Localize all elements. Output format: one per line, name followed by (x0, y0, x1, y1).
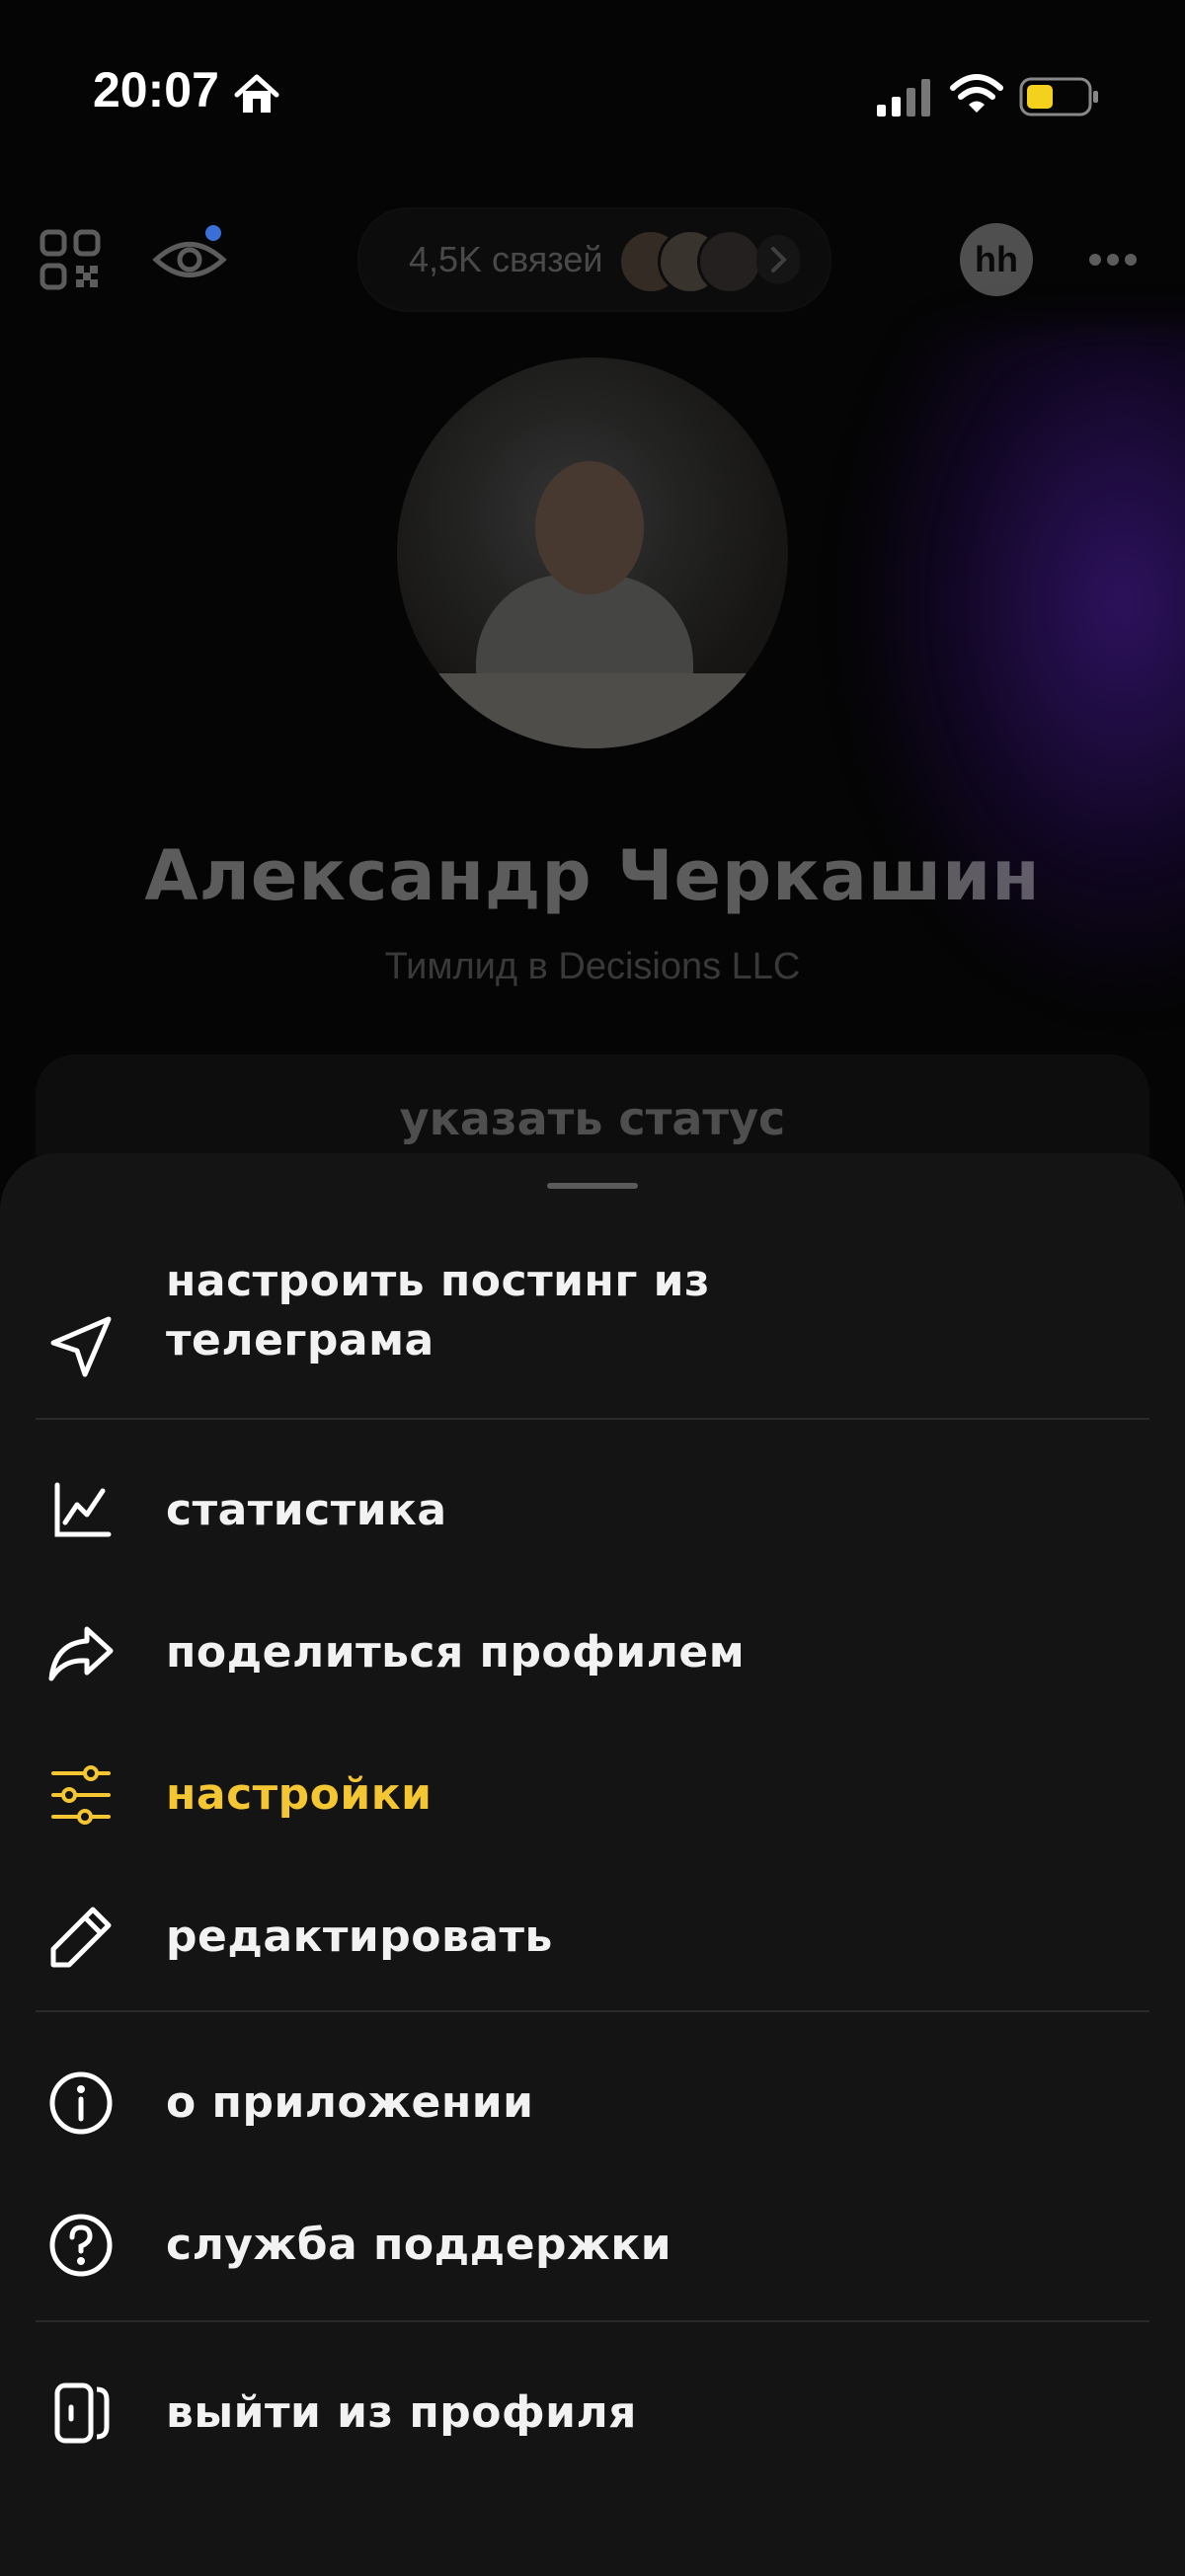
help-icon (49, 2214, 113, 2277)
menu-label-line2: телеграма (166, 1315, 434, 1366)
menu-label: настройки (166, 1769, 433, 1820)
connections-label: 4,5K связей (409, 239, 603, 279)
menu-label: о приложении (166, 2077, 534, 2128)
chevron-right-icon (756, 235, 800, 284)
menu-label: выйти из профиля (166, 2387, 637, 2438)
status-time: 20:07 (93, 62, 219, 117)
menu-label: статистика (166, 1485, 447, 1535)
menu-item-support[interactable]: служба поддержки (0, 2196, 1185, 2295)
notification-dot (205, 225, 221, 241)
pencil-icon (50, 1907, 112, 1968)
cellular-signal-icon (877, 79, 930, 117)
profile-avatar[interactable] (397, 357, 788, 748)
menu-label: редактировать (166, 1912, 553, 1962)
menu-label: поделиться профилем (166, 1627, 746, 1678)
menu-label: служба поддержки (166, 2220, 672, 2270)
connection-avatar (697, 229, 762, 294)
profile-role: Тимлид в Decisions LLC (384, 946, 801, 987)
menu-item-settings[interactable]: настройки (0, 1746, 1185, 1844)
menu-item-statistics[interactable]: статистика (0, 1461, 1185, 1560)
menu-label-line1: настроить постинг из (166, 1256, 711, 1306)
connections-pill[interactable]: 4,5K связей (357, 207, 831, 312)
menu-item-logout[interactable]: выйти из профиля (0, 2364, 1185, 2462)
qr-code-icon[interactable] (40, 229, 101, 290)
set-status-label: указать статус (399, 1092, 786, 1145)
eye-icon[interactable] (152, 235, 227, 284)
divider (36, 2010, 1149, 2012)
divider (36, 1418, 1149, 1420)
menu-item-edit[interactable]: редактировать (0, 1888, 1185, 1987)
info-icon (49, 2071, 113, 2135)
hh-badge[interactable]: hh (960, 223, 1033, 296)
menu-item-about[interactable]: о приложении (0, 2054, 1185, 2152)
more-icon[interactable] (1088, 253, 1138, 267)
sheet-grabber[interactable] (547, 1183, 638, 1189)
actions-sheet: настроить постинг из телеграма статистик… (0, 1153, 1185, 2576)
chart-icon (54, 1482, 112, 1537)
profile-name: Александр Черкашин (144, 835, 1041, 916)
menu-item-share-profile[interactable]: поделиться профилем (0, 1603, 1185, 1702)
battery-icon (1019, 77, 1098, 117)
menu-item-telegram-posting[interactable]: настроить постинг из телеграма (0, 1252, 1185, 1420)
send-icon (50, 1316, 112, 1377)
wifi-icon (950, 74, 1003, 113)
divider (36, 2320, 1149, 2322)
logout-icon (54, 2382, 110, 2444)
screen: 20:07 4,5K связей hh Александр Черкашин … (0, 0, 1185, 2576)
share-icon (48, 1626, 114, 1681)
home-icon (234, 74, 279, 113)
sliders-icon (51, 1765, 111, 1825)
